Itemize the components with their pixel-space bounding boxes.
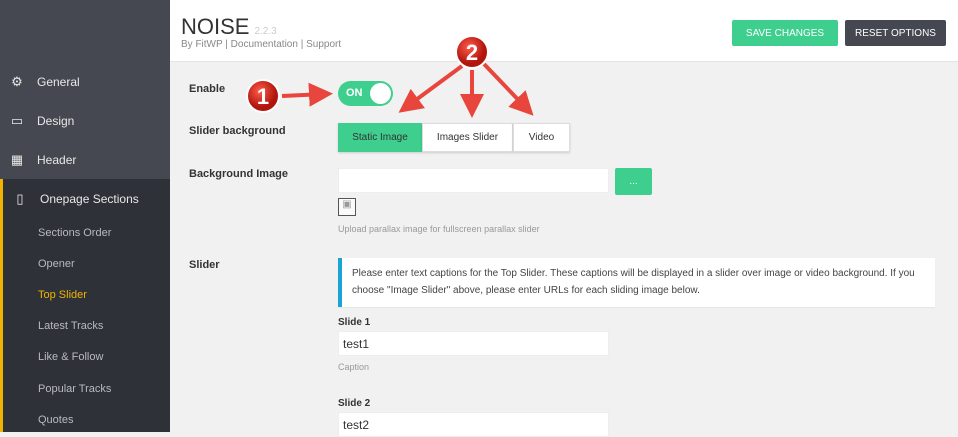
arrow-1 — [281, 82, 333, 107]
annotation-number-2: 2 — [466, 40, 478, 65]
arrow-2c — [482, 62, 534, 116]
annotation-number-1: 1 — [257, 84, 269, 109]
arrow-2a — [398, 64, 464, 113]
annotation-overlay: 1 2 — [246, 35, 534, 118]
